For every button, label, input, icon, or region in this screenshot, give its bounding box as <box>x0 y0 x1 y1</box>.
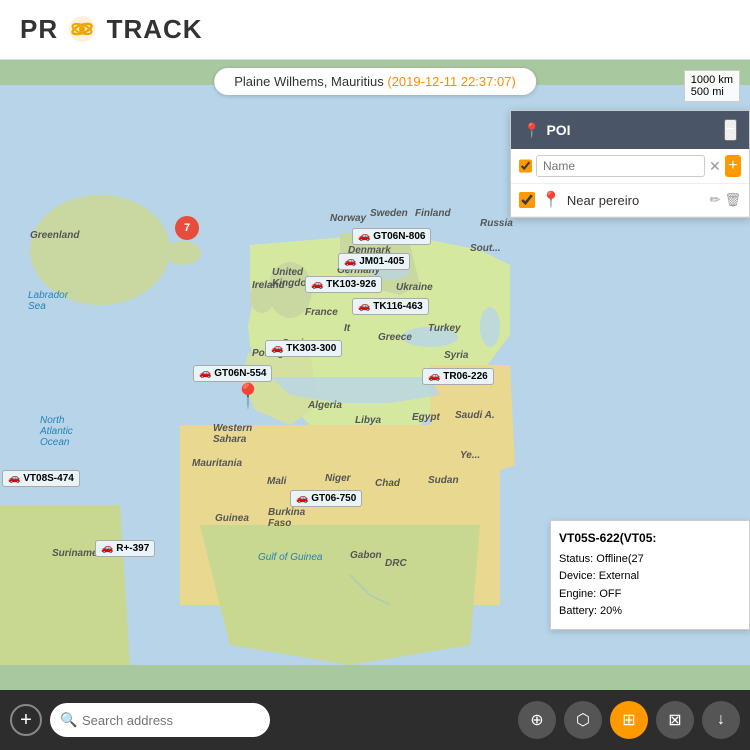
poi-item-label: Near pereiro <box>567 193 704 208</box>
map-container[interactable]: Plaine Wilhems, Mauritius (2019-12-11 22… <box>0 60 750 690</box>
poi-location-icon: 📍 <box>523 122 540 139</box>
layers-icon: ⬡ <box>576 710 590 730</box>
grid-icon: ⊞ <box>622 710 635 730</box>
grid-button[interactable]: ⊞ <box>610 701 648 739</box>
poi-edit-button[interactable]: ✏ <box>710 192 721 208</box>
search-input[interactable] <box>50 703 270 737</box>
poi-item-checkbox[interactable] <box>519 192 535 208</box>
poi-panel: 📍 POI − ✕ + 📍 Near pereiro ✏ 🗑 <box>510 110 750 218</box>
location-text: Plaine Wilhems, Mauritius <box>234 74 384 89</box>
bottom-toolbar: + 🔍 ⊕ ⬡ ⊞ ⊠ ↓ <box>0 690 750 750</box>
poi-delete-button[interactable]: 🗑 <box>724 192 741 208</box>
location-icon: ⊕ <box>530 710 543 730</box>
location-bar: Plaine Wilhems, Mauritius (2019-12-11 22… <box>214 68 536 95</box>
marker-GT06N-806[interactable]: 🚗 GT06N-806 <box>352 228 431 245</box>
marker-VT08S-474[interactable]: 🚗 VT08S-474 <box>2 470 80 487</box>
logo-icon <box>68 15 96 43</box>
layers-button[interactable]: ⬡ <box>564 701 602 739</box>
popup-title: VT05S-622(VT05: <box>559 529 741 548</box>
poi-search-input[interactable] <box>536 155 705 177</box>
marker-JM01-405[interactable]: 🚗 JM01-405 <box>338 253 410 270</box>
datetime-text: (2019-12-11 22:37:07) <box>387 74 515 89</box>
popup-status: Status: Offline(27 <box>559 551 741 569</box>
poi-item: 📍 Near pereiro ✏ 🗑 <box>511 184 749 217</box>
marker-GT06N-554[interactable]: 🚗 GT06N-554 <box>193 365 272 382</box>
marker-TK303-300[interactable]: 🚗 TK303-300 <box>265 340 342 357</box>
scale-mi: 500 mi <box>691 86 733 98</box>
vehicle-popup: VT05S-622(VT05: Status: Offline(27 Devic… <box>550 520 750 630</box>
download-icon: ↓ <box>717 711 725 729</box>
popup-engine: Engine: OFF <box>559 586 741 604</box>
popup-device: Device: External <box>559 568 741 586</box>
marker-TK116-463[interactable]: 🚗 TK116-463 <box>352 298 429 315</box>
add-button[interactable]: + <box>10 704 42 736</box>
app-header: PR TRACK <box>0 0 750 60</box>
marker-R397[interactable]: 🚗 R+-397 <box>95 540 155 557</box>
poi-clear-button[interactable]: ✕ <box>709 158 721 175</box>
poi-add-button[interactable]: + <box>725 155 741 177</box>
poi-header: 📍 POI − <box>511 111 749 149</box>
poi-search-row: ✕ + <box>511 149 749 184</box>
heatmap-button[interactable]: ⊠ <box>656 701 694 739</box>
marker-TR06-226[interactable]: 🚗 TR06-226 <box>422 368 494 385</box>
download-button[interactable]: ↓ <box>702 701 740 739</box>
cluster-badge[interactable]: 7 <box>175 216 199 240</box>
scale-km: 1000 km <box>691 74 733 86</box>
poi-minimize-button[interactable]: − <box>724 119 737 141</box>
search-wrapper: 🔍 <box>50 703 270 737</box>
heatmap-icon: ⊠ <box>668 710 681 730</box>
poi-title: POI <box>546 122 570 138</box>
scale-bar: 1000 km 500 mi <box>684 70 740 102</box>
poi-item-location-icon: 📍 <box>541 190 561 210</box>
popup-battery: Battery: 20% <box>559 603 741 621</box>
marker-GT06-750[interactable]: 🚗 GT06-750 <box>290 490 362 507</box>
location-button[interactable]: ⊕ <box>518 701 556 739</box>
red-pin-marker[interactable]: 📍 <box>233 382 263 411</box>
marker-TK103-926[interactable]: 🚗 TK103-926 <box>305 276 382 293</box>
poi-search-checkbox[interactable] <box>519 158 532 174</box>
app-logo: PR TRACK <box>20 14 203 45</box>
